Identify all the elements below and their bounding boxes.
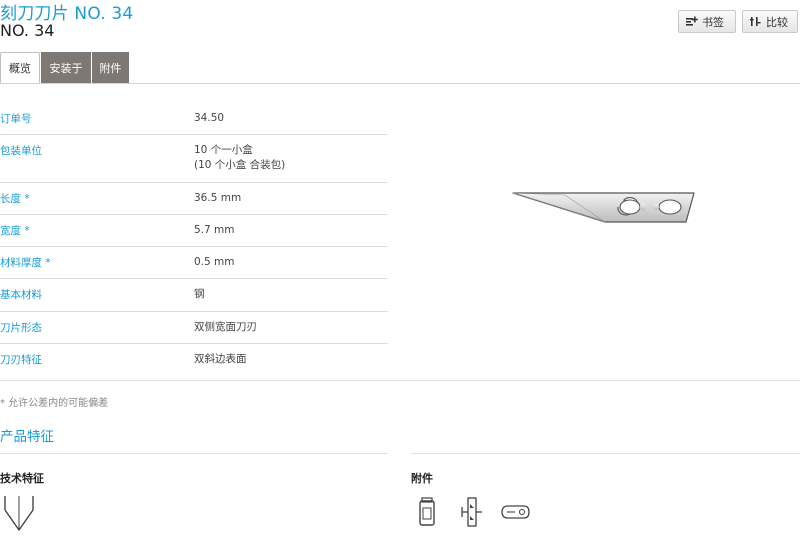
tab-accessories[interactable]: 附件: [91, 52, 129, 84]
spec-row-packaging-unit: 包装单位 10 个一小盒 (10 个小盒 合装包): [0, 135, 388, 183]
blade-image: [512, 192, 695, 223]
tab-underline: [0, 83, 800, 84]
spec-row-blade-form: 刀片形态 双侧宽面刀刃: [0, 312, 388, 344]
bookmark-button[interactable]: 书签: [678, 10, 736, 33]
spec-row-length: 长度 * 36.5 mm: [0, 183, 388, 215]
spec-label: 材料厚度 *: [0, 257, 51, 269]
tab-mounted-on[interactable]: 安装于: [40, 52, 91, 84]
spec-row-order-number: 订单号 34.50: [0, 102, 388, 135]
spec-value: 5.7 mm: [194, 224, 235, 236]
mounting-icon[interactable]: [459, 496, 485, 528]
blade-slot-icon[interactable]: [499, 503, 531, 521]
spec-row-edge-feature: 刀刃特征 双斜边表面: [0, 344, 388, 376]
accessories-heading: 附件: [411, 472, 433, 485]
box-icon[interactable]: [417, 497, 437, 527]
features-title: 产品特征: [0, 429, 54, 445]
tolerance-note: * 允许公差内的可能偏差: [0, 398, 109, 409]
compare-button[interactable]: 比较: [742, 10, 798, 33]
spec-label: 订单号: [0, 113, 32, 125]
spec-row-material-thickness: 材料厚度 * 0.5 mm: [0, 247, 388, 279]
page-subtitle: NO. 34: [0, 21, 55, 40]
spec-label: 包装单位: [0, 145, 42, 157]
spec-value: 双侧宽面刀刃: [194, 321, 257, 333]
spec-label: 刀刃特征: [0, 354, 42, 366]
spec-row-base-material: 基本材料 钢: [0, 279, 388, 312]
spec-value: 双斜边表面: [194, 353, 247, 365]
features-divider-left: [0, 453, 388, 454]
compare-label: 比较: [766, 15, 788, 29]
spec-value: 0.5 mm: [194, 256, 235, 268]
tab-bar: 概览 安装于 附件: [0, 52, 129, 84]
technical-features-heading: 技术特征: [0, 472, 44, 485]
bookmark-add-icon: [686, 16, 698, 26]
spec-value: 钢: [194, 288, 205, 300]
spec-label: 长度 *: [0, 193, 30, 205]
spec-row-width: 宽度 * 5.7 mm: [0, 215, 388, 247]
spec-value-line: 10 个一小盒: [194, 144, 253, 156]
spec-value: 36.5 mm: [194, 192, 242, 204]
section-divider: [0, 380, 800, 381]
spec-label: 基本材料: [0, 289, 42, 301]
compare-icon: [750, 17, 761, 26]
spec-value: 34.50: [194, 112, 225, 124]
double-bevel-icon: [4, 496, 34, 531]
features-divider-right: [411, 453, 800, 454]
spec-label: 宽度 *: [0, 225, 30, 237]
spec-value-line: (10 个小盒 合装包): [194, 159, 286, 171]
spec-label: 刀片形态: [0, 322, 42, 334]
tab-overview[interactable]: 概览: [0, 52, 40, 84]
bookmark-label: 书签: [702, 15, 724, 29]
spec-value: 10 个一小盒 (10 个小盒 合装包): [194, 143, 285, 173]
